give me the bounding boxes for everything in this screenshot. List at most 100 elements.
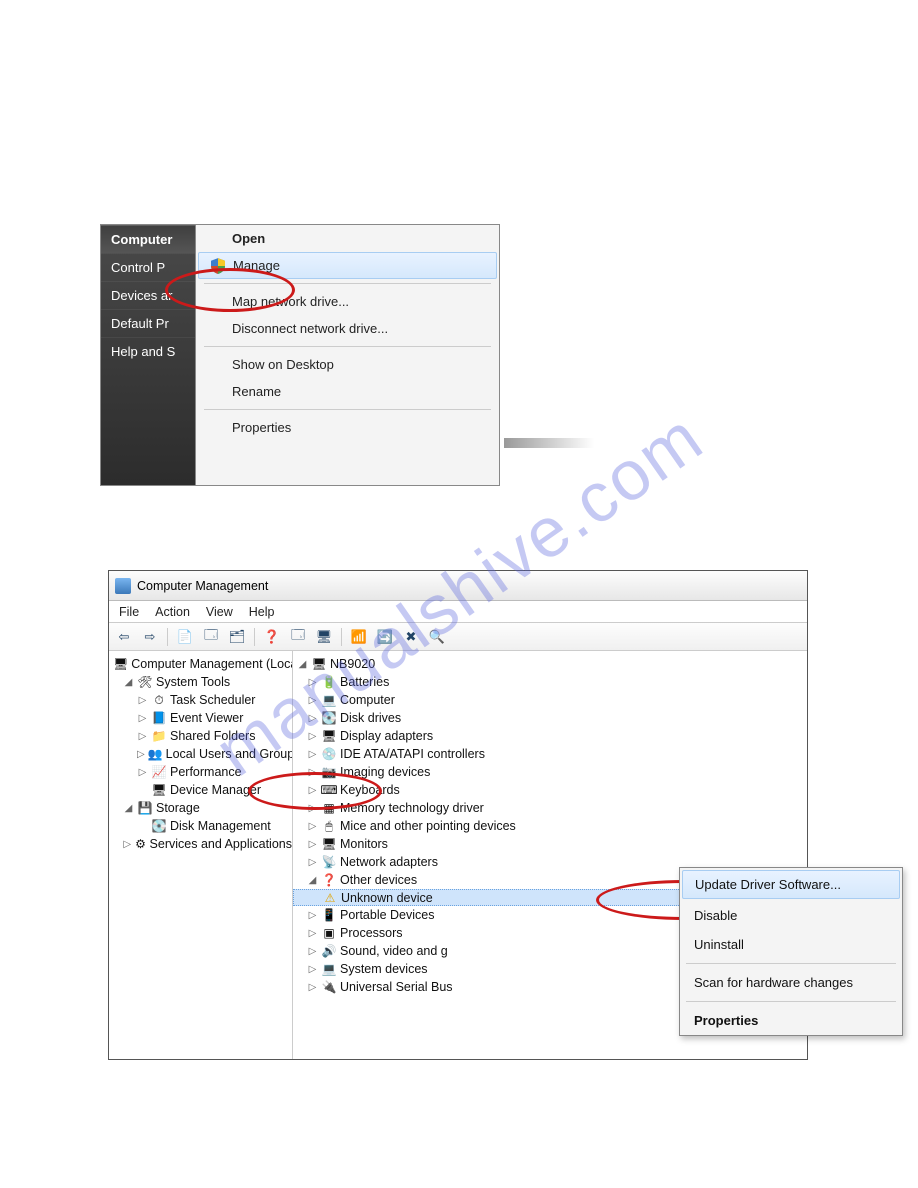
expand-icon[interactable]: ▷: [307, 767, 318, 778]
cpu-icon: ▣: [321, 925, 337, 941]
tree-device-manager[interactable]: 🖥Device Manager: [109, 781, 292, 799]
expand-icon[interactable]: ▷: [307, 677, 318, 688]
collapse-icon[interactable]: ◢: [123, 803, 134, 814]
camera-icon: 📷: [321, 764, 337, 780]
tree-root[interactable]: 🖥Computer Management (Local: [109, 655, 292, 673]
menu-help[interactable]: Help: [249, 605, 275, 619]
properties-button[interactable]: 🗔: [200, 626, 222, 648]
ctx-uninstall[interactable]: Uninstall: [680, 930, 902, 959]
device-keyboards[interactable]: ▷⌨Keyboards: [293, 781, 807, 799]
start-item-default-programs[interactable]: Default Pr: [101, 309, 195, 337]
refresh-button[interactable]: 🔄: [374, 626, 396, 648]
keyboard-icon: ⌨: [321, 782, 337, 798]
device-ide[interactable]: ▷💿IDE ATA/ATAPI controllers: [293, 745, 807, 763]
tree-local-users[interactable]: ▷👥Local Users and Groups: [109, 745, 292, 763]
ctx-disable[interactable]: Disable: [680, 901, 902, 930]
uninstall-button[interactable]: ✖: [400, 626, 422, 648]
usb-icon: 🔌: [321, 979, 337, 995]
expand-icon[interactable]: ▷: [307, 910, 318, 921]
expand-icon[interactable]: ▷: [307, 785, 318, 796]
device-memory-tech[interactable]: ▷▦Memory technology driver: [293, 799, 807, 817]
back-button[interactable]: ⇦: [113, 626, 135, 648]
device-mice[interactable]: ▷🖱Mice and other pointing devices: [293, 817, 807, 835]
expand-icon[interactable]: ▷: [307, 821, 318, 832]
expand-icon[interactable]: ▷: [307, 803, 318, 814]
expand-icon[interactable]: ▷: [137, 749, 145, 760]
device-disk-drives[interactable]: ▷💽Disk drives: [293, 709, 807, 727]
menu-view[interactable]: View: [206, 605, 233, 619]
expand-icon[interactable]: ▷: [307, 964, 318, 975]
expand-icon[interactable]: ▷: [307, 857, 318, 868]
ctx-properties[interactable]: Properties: [196, 414, 499, 441]
tree-storage[interactable]: ◢💾Storage: [109, 799, 292, 817]
device-batteries[interactable]: ▷🔋Batteries: [293, 673, 807, 691]
device-display[interactable]: ▷🖥Display adapters: [293, 727, 807, 745]
forward-button[interactable]: ⇨: [139, 626, 161, 648]
device-root[interactable]: ◢🖥NB9020: [293, 655, 807, 673]
start-right-column: Computer Control P Devices ar Default Pr…: [101, 225, 195, 485]
collapse-icon[interactable]: ◢: [123, 677, 134, 688]
ctx-manage[interactable]: Manage: [198, 252, 497, 279]
ctx-disconnect-drive[interactable]: Disconnect network drive...: [196, 315, 499, 342]
device-imaging[interactable]: ▷📷Imaging devices: [293, 763, 807, 781]
devices-button[interactable]: 🖥: [313, 626, 335, 648]
menu-action[interactable]: Action: [155, 605, 190, 619]
portable-icon: 📱: [321, 907, 337, 923]
collapse-icon[interactable]: ◢: [307, 875, 318, 886]
ctx-update-driver[interactable]: Update Driver Software...: [682, 870, 900, 899]
expand-icon[interactable]: ▷: [307, 982, 318, 993]
collapse-icon[interactable]: ◢: [297, 659, 308, 670]
tree-event-viewer[interactable]: ▷📘Event Viewer: [109, 709, 292, 727]
tree-services-apps[interactable]: ▷⚙Services and Applications: [109, 835, 292, 853]
other-icon: ❓: [321, 872, 337, 888]
wrench-icon: 🛠: [137, 674, 153, 690]
show-hide-tree-button[interactable]: 📄: [174, 626, 196, 648]
tree-system-tools[interactable]: ◢🛠System Tools: [109, 673, 292, 691]
expand-icon[interactable]: ▷: [307, 731, 318, 742]
view-button[interactable]: 🗔: [287, 626, 309, 648]
split-panes: 🖥Computer Management (Local ◢🛠System Too…: [109, 651, 807, 1059]
computer-management-window: Computer Management File Action View Hel…: [108, 570, 808, 1060]
perf-icon: 📈: [151, 764, 167, 780]
start-item-help[interactable]: Help and S: [101, 337, 195, 365]
device-manager-icon: 🖥: [151, 782, 167, 798]
ctx-show-desktop[interactable]: Show on Desktop: [196, 351, 499, 378]
start-item-control-panel[interactable]: Control P: [101, 253, 195, 281]
ctx-device-properties[interactable]: Properties: [680, 1006, 902, 1035]
expand-icon[interactable]: ▷: [307, 839, 318, 850]
expand-icon[interactable]: ▷: [137, 767, 148, 778]
ctx-rename[interactable]: Rename: [196, 378, 499, 405]
ctx-scan-hardware[interactable]: Scan for hardware changes: [680, 968, 902, 997]
start-item-devices[interactable]: Devices ar: [101, 281, 195, 309]
expand-icon[interactable]: ▷: [307, 928, 318, 939]
expand-icon[interactable]: ▷: [137, 713, 148, 724]
update-button[interactable]: 📶: [348, 626, 370, 648]
tree-performance[interactable]: ▷📈Performance: [109, 763, 292, 781]
console-tree: 🖥Computer Management (Local ◢🛠System Too…: [109, 651, 293, 1059]
tree-disk-management[interactable]: 💽Disk Management: [109, 817, 292, 835]
ctx-manage-label: Manage: [233, 258, 280, 273]
expand-icon[interactable]: ▷: [123, 839, 131, 850]
start-item-computer[interactable]: Computer: [101, 225, 195, 253]
clock-icon: ⏱: [151, 692, 167, 708]
expand-icon[interactable]: ▷: [137, 695, 148, 706]
computer-icon: 💻: [321, 692, 337, 708]
network-icon: 📡: [321, 854, 337, 870]
device-monitors[interactable]: ▷🖥Monitors: [293, 835, 807, 853]
expand-icon[interactable]: ▷: [137, 731, 148, 742]
tree-task-scheduler[interactable]: ▷⏱Task Scheduler: [109, 691, 292, 709]
expand-icon[interactable]: ▷: [307, 946, 318, 957]
expand-icon[interactable]: ▷: [307, 749, 318, 760]
tree-shared-folders[interactable]: ▷📁Shared Folders: [109, 727, 292, 745]
ctx-open[interactable]: Open: [196, 225, 499, 252]
help-button[interactable]: ❓: [261, 626, 283, 648]
device-computer[interactable]: ▷💻Computer: [293, 691, 807, 709]
menu-file[interactable]: File: [119, 605, 139, 619]
device-tree: ◢🖥NB9020 ▷🔋Batteries ▷💻Computer ▷💽Disk d…: [293, 651, 807, 1059]
export-button[interactable]: 🗂: [226, 626, 248, 648]
expand-icon[interactable]: ▷: [307, 713, 318, 724]
battery-icon: 🔋: [321, 674, 337, 690]
ctx-map-drive[interactable]: Map network drive...: [196, 288, 499, 315]
expand-icon[interactable]: ▷: [307, 695, 318, 706]
scan-button[interactable]: 🔍: [426, 626, 448, 648]
